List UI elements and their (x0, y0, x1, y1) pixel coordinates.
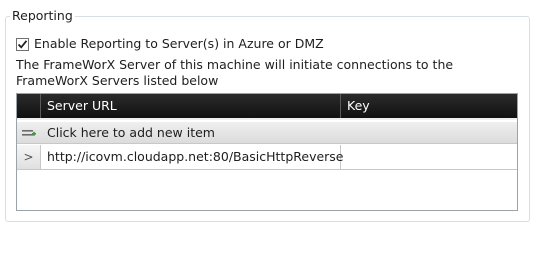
reporting-description: The FrameWorX Server of this machine wil… (16, 57, 454, 88)
column-header-key[interactable]: Key (341, 94, 517, 118)
column-header-server-url[interactable]: Server URL (41, 94, 341, 118)
row-indicator-arrow-icon[interactable]: > (17, 145, 41, 169)
cell-key[interactable] (341, 145, 517, 169)
enable-reporting-checkbox[interactable] (16, 37, 29, 51)
cell-server-url[interactable]: http://icovm.cloudapp.net:80/BasicHttpRe… (41, 145, 344, 169)
add-new-item-row[interactable]: Click here to add new item (17, 122, 517, 144)
enable-reporting-checkbox-row[interactable]: Enable Reporting to Server(s) in Azure o… (16, 36, 324, 52)
table-row[interactable]: > http://icovm.cloudapp.net:80/BasicHttp… (17, 145, 517, 170)
enable-reporting-label[interactable]: Enable Reporting to Server(s) in Azure o… (34, 36, 324, 52)
grid-header: Server URL Key (17, 94, 517, 120)
group-title: Reporting (10, 8, 75, 24)
header-indicator-cell (17, 94, 41, 118)
add-new-item-text[interactable]: Click here to add new item (47, 122, 215, 143)
checkmark-icon (17, 39, 28, 49)
servers-grid[interactable]: Server URL Key Click here to add new ite… (16, 93, 518, 211)
add-row-icon (17, 122, 41, 143)
